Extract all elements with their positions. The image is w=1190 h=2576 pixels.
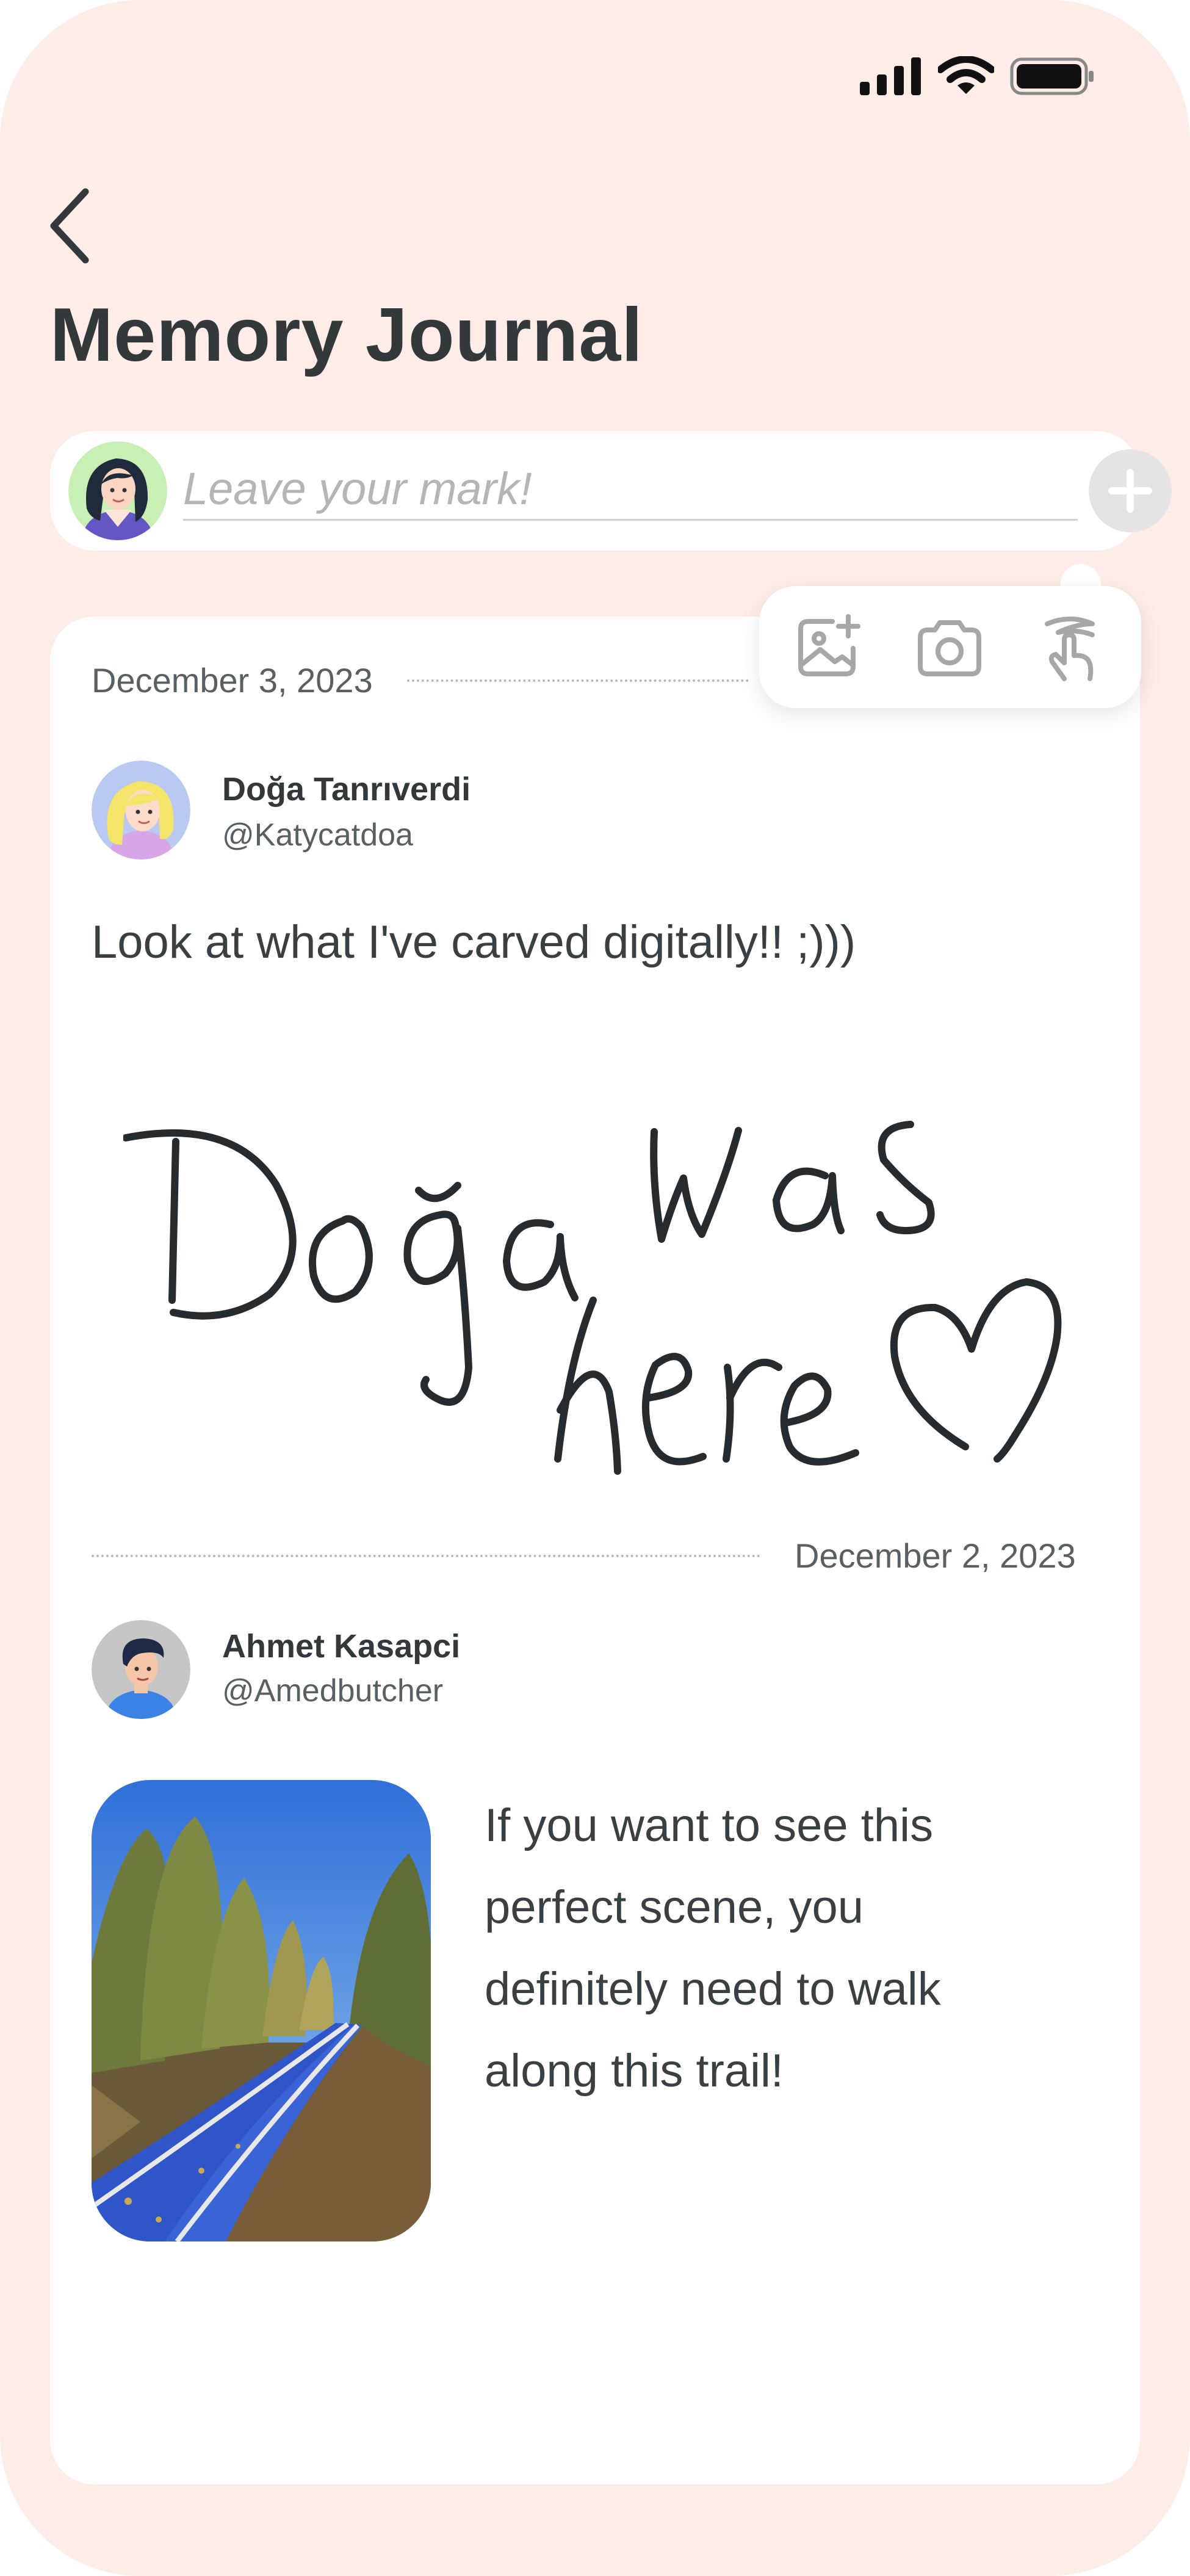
date-divider: December 2, 2023 [92,1536,1076,1576]
add-post-button[interactable] [1089,449,1172,532]
signal-icon [860,57,921,95]
post-text: Look at what I've carved digitally!! ;))… [92,916,856,968]
author-handle[interactable]: @Amedbutcher [222,1673,443,1709]
wifi-icon [938,56,994,94]
draw-gesture-icon[interactable] [1034,610,1107,684]
composer-input[interactable] [183,458,1078,521]
status-bar [859,56,1095,96]
battery-icon [1010,57,1094,95]
composer-bar [50,431,1172,551]
camera-icon[interactable] [913,610,986,684]
dotted-divider [406,679,749,682]
post-date: December 3, 2023 [92,661,373,700]
author-avatar[interactable] [92,761,190,859]
add-image-icon[interactable] [792,610,865,684]
attach-menu [759,586,1141,708]
post-date: December 2, 2023 [795,1536,1076,1575]
current-user-avatar [68,441,167,540]
author-avatar[interactable] [92,1620,190,1719]
page-title: Memory Journal [50,293,643,377]
post-photo[interactable] [92,1780,431,2241]
plus-icon [1108,469,1152,513]
handwriting-drawing [123,1121,1062,1475]
phone-screen: Memory Journal December [0,0,1190,2576]
back-chevron-icon[interactable] [43,183,98,269]
dotted-divider [92,1554,760,1557]
post-text: If you want to see this perfect scene, y… [485,1800,941,2097]
date-divider: December 3, 2023 [92,660,749,700]
author-name[interactable]: Doğa Tanrıverdi [222,770,471,808]
author-handle[interactable]: @Katycatdoa [222,817,413,853]
journal-feed: December 3, 2023 Doğa Tanrıverdi @Katyca… [50,617,1140,2484]
author-name[interactable]: Ahmet Kasapci [222,1627,460,1665]
